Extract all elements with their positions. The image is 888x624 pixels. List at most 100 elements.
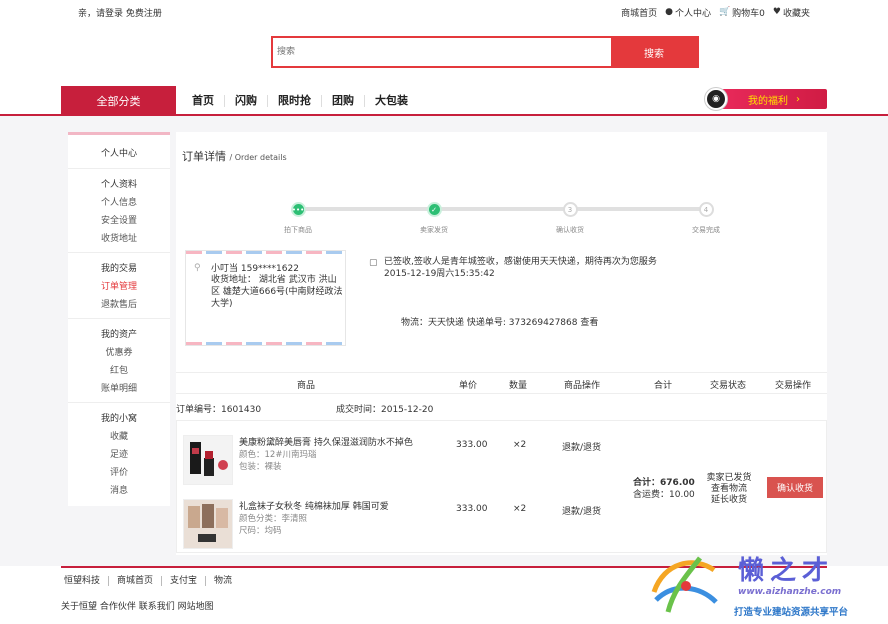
view-logistics-link[interactable]: 查看物流 [704,484,754,495]
avatar: ◉ [705,88,727,110]
sidebar-item-messages[interactable]: 消息 [68,482,170,500]
my-welfare-button[interactable]: ◉ 我的福利 › [705,88,827,110]
product-price: 333.00 [456,504,488,514]
logistics-message: 已签收,签收人是青年城签收，感谢使用天天快递，期待再次为您服务 [384,257,657,267]
sidebar-item-orders[interactable]: 订单管理 [68,278,170,296]
favorites-link[interactable]: ♥ 收藏夹 [773,6,810,20]
sidebar-item-coupons[interactable]: 优惠券 [68,344,170,362]
progress-line [298,207,706,211]
sidebar-title: 个人中心 [68,135,170,169]
recipient-name: 小叮当 159****1622 [211,264,299,274]
cart-label: 购物车0 [732,9,765,19]
col-action: 交易操作 [775,381,812,391]
sidebar-item-address[interactable]: 收货地址 [68,230,170,248]
watermark-slogan: 打造专业建站资源共享平台 [734,607,849,618]
footer-link-company[interactable]: 恒望科技 [64,576,110,586]
extend-receipt-link[interactable]: 延长收货 [704,495,754,506]
watermark-logo-icon [651,556,718,613]
product-attr: 包装：裸装 [239,462,282,472]
sidebar-group-head: 我的资产 [100,330,137,340]
product-image[interactable] [183,435,233,485]
col-op: 商品操作 [564,381,601,391]
progress-step-3: 3 确认收货 [540,202,600,235]
truck-icon: ▢ [369,258,378,268]
search-button[interactable]: 搜索 [611,38,697,66]
footer-about[interactable]: 关于恒望 合作伙伴 联系我们 网站地图 [61,599,214,612]
step-label: 拍下商品 [284,226,312,234]
personal-center-link[interactable]: ● 个人中心 [665,6,711,20]
recipient-address: 收货地址： 湖北省 武汉市 洪山区 雄楚大道666号(中南财经政法大学) [211,275,343,309]
footer-link-logistics[interactable]: 物流 [206,576,240,586]
order-total: 合计：676.00 含运费：10.00 [633,477,695,501]
step-number-icon: 4 [698,202,714,217]
shipping-address-card: ⚲ 小叮当 159****1622 收货地址： 湖北省 武汉市 洪山区 雄楚大道… [185,250,346,346]
tracking-number[interactable]: 物流：天天快递 快递单号: 373269427868 查看 [401,315,598,328]
footer-link-home[interactable]: 商城首页 [109,576,163,586]
sidebar-group-nest: 我的小窝 收藏 足迹 评价 消息 [68,403,170,504]
nav-item-home[interactable]: 首页 [190,95,225,107]
product-attr: 颜色：12#川南玛瑙 [239,450,317,460]
deal-time: 成交时间：2015-12-20 [336,405,434,415]
step-number-icon: 3 [562,202,578,217]
page-subtitle: / Order details [229,153,287,162]
search-input[interactable] [273,38,611,66]
sidebar-item-personal-info[interactable]: 个人信息 [68,194,170,212]
logistics-time: 2015-12-19周六15:35:42 [384,269,495,279]
sidebar-item-collect[interactable]: 收藏 [68,428,170,446]
sidebar-group-head: 个人资料 [100,180,137,190]
nav-item-flash[interactable]: 闪购 [225,95,268,107]
sidebar-item-footprint[interactable]: 足迹 [68,446,170,464]
order-detail-panel: 订单详情 / Order details ••• 拍下商品 ✓ 卖家发货 3 确… [176,132,827,555]
location-pin-icon: ⚲ [194,263,201,273]
refund-link[interactable]: 退款/退货 [562,440,601,453]
sidebar-group-head: 我的小窝 [100,414,137,424]
nav-item-group[interactable]: 团购 [322,95,365,107]
sidebar-item-bills[interactable]: 账单明细 [68,380,170,398]
search-box: 搜索 [271,36,699,68]
order-meta: 订单编号：1601430 成交时间：2015-12-20 [176,402,433,415]
watermark: 懒之才 www.aizhanzhe.com 打造专业建站资源共享平台 [648,550,884,620]
product-name[interactable]: 礼盒袜子女秋冬 纯棉袜加厚 韩国可爱 [239,499,389,512]
col-qty: 数量 [509,381,528,391]
sidebar-group-head: 我的交易 [100,264,137,274]
order-items: 美康粉黛醉美唇膏 持久保湿滋润防水不掉色 颜色：12#川南玛瑙 包装：裸装 33… [176,420,827,553]
product-name[interactable]: 美康粉黛醉美唇膏 持久保湿滋润防水不掉色 [239,435,413,448]
sidebar: 个人中心 个人资料 个人信息 安全设置 收货地址 我的交易 订单管理 退款售后 … [68,132,170,506]
welfare-text: 我的福利 [748,95,788,107]
top-bar: 亲，请登录 免费注册 商城首页 ● 个人中心 🛒 购物车0 ♥ 收藏夹 [0,0,888,24]
col-status: 交易状态 [710,381,747,391]
product-image[interactable] [183,499,233,549]
footer-link-alipay[interactable]: 支付宝 [162,576,207,586]
all-categories-button[interactable]: 全部分类 [61,86,176,116]
sidebar-item-security[interactable]: 安全设置 [68,212,170,230]
header: 搜索 全部分类 首页 闪购 限时抢 团购 大包装 ◉ 我的福利 › [0,24,888,116]
footer-links: 恒望科技 商城首页 支付宝 物流 [64,576,240,586]
product-attr: 颜色分类：李清照 [239,514,308,524]
col-product: 商品 [297,381,316,391]
confirm-receipt-button[interactable]: 确认收货 [767,477,823,498]
check-icon: ✓ [426,202,442,217]
progress-step-1: ••• 拍下商品 [268,202,328,235]
page-title: 订单详情 / Order details [182,148,287,164]
sidebar-item-redpacket[interactable]: 红包 [68,362,170,380]
cart-link[interactable]: 🛒 购物车0 [718,6,765,20]
table-row: 美康粉黛醉美唇膏 持久保湿滋润防水不掉色 颜色：12#川南玛瑙 包装：裸装 33… [183,435,613,485]
cart-icon: 🛒 [718,7,731,17]
step-label: 交易完成 [692,226,720,234]
user-icon: ● [665,7,673,17]
nav-item-limited[interactable]: 限时抢 [268,95,322,107]
col-total: 合计 [654,381,673,391]
sidebar-item-refund[interactable]: 退款售后 [68,296,170,314]
step-label: 确认收货 [556,226,584,234]
order-table-header: 商品 单价 数量 商品操作 合计 交易状态 交易操作 [176,372,827,394]
sidebar-item-review[interactable]: 评价 [68,464,170,482]
step-done-icon: ••• [290,202,306,217]
product-qty: ×2 [513,504,527,514]
mall-home-link[interactable]: 商城首页 [621,6,657,19]
product-price: 333.00 [456,440,488,450]
nav-item-bulk[interactable]: 大包装 [365,95,418,107]
status-shipped: 卖家已发货 [706,473,752,483]
watermark-title: 懒之才 [738,556,835,586]
login-register-link[interactable]: 亲，请登录 免费注册 [78,6,162,19]
refund-link[interactable]: 退款/退货 [562,504,601,517]
